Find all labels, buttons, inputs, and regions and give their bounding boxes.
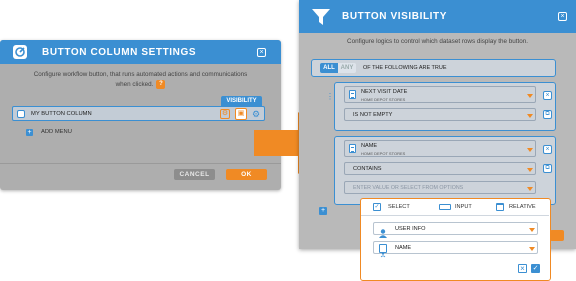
condition-1-field-name: NEXT VISIT DATE — [361, 89, 408, 95]
following-text: OF THE FOLLOWING ARE TRUE — [363, 65, 447, 71]
condition-1-operator-select[interactable]: IS NOT EMPTY — [344, 108, 536, 121]
condition-1-panel: NEXT VISIT DATE HOME DEPOT STORES × IS N… — [334, 82, 556, 131]
chevron-down-icon — [527, 187, 533, 191]
value-source-popup: ✓ SELECT INPUT RELATIVE USER INFO NAME ×… — [360, 198, 551, 281]
add-condition-button[interactable]: + — [319, 207, 327, 215]
button-column-row[interactable]: MY BUTTON COLUMN ⚙ ▣ ⚙ — [12, 106, 265, 121]
cancel-icon[interactable]: × — [518, 264, 527, 273]
chevron-down-icon — [527, 148, 533, 152]
link-icon[interactable]: ⧉ — [543, 110, 552, 119]
dialog-header: BUTTON VISIBILITY × — [299, 0, 576, 33]
condition-2-value-placeholder: ENTER VALUE OR SELECT FROM OPTIONS — [353, 185, 464, 191]
chevron-down-icon — [529, 247, 535, 251]
condition-2-operator-select[interactable]: CONTAINS — [344, 162, 536, 175]
ok-button-partial[interactable] — [550, 230, 564, 241]
condition-1-operator: IS NOT EMPTY — [353, 112, 393, 118]
chevron-down-icon — [529, 228, 535, 232]
drag-handle-icon[interactable]: ⋮⋮ — [326, 92, 342, 102]
remove-condition-icon[interactable]: × — [543, 145, 552, 154]
chevron-down-icon — [527, 168, 533, 172]
user-info-select[interactable]: USER INFO — [373, 222, 538, 238]
input-box-icon — [439, 204, 451, 210]
condition-2-field-select[interactable]: NAME HOME DEPOT STORES — [344, 140, 536, 157]
chevron-down-icon — [527, 94, 533, 98]
button-column-settings-dialog: BUTTON COLUMN SETTINGS × Configure workf… — [0, 40, 281, 190]
field-icon — [349, 144, 356, 153]
visibility-tag: VISIBILITY — [221, 96, 262, 106]
app-logo-icon — [13, 45, 27, 59]
condition-1-field-select[interactable]: NEXT VISIT DATE HOME DEPOT STORES — [344, 86, 536, 103]
condition-1-field-source: HOME DEPOT STORES — [361, 97, 406, 102]
id-badge-icon — [379, 244, 387, 258]
plus-icon: + — [26, 129, 33, 136]
condition-2-field-source: HOME DEPOT STORES — [361, 151, 406, 156]
link-icon[interactable]: ⧉ — [543, 164, 552, 173]
filter-icon — [311, 7, 331, 27]
dialog-description: Configure logics to control which datase… — [347, 38, 528, 45]
any-toggle[interactable]: ANY — [338, 63, 356, 73]
dialog-title: BUTTON COLUMN SETTINGS — [42, 47, 197, 58]
user-info-label: USER INFO — [395, 226, 426, 232]
help-icon[interactable]: ? — [156, 79, 166, 89]
field-icon — [349, 90, 356, 99]
tab-divider — [361, 215, 549, 216]
button-icon — [17, 110, 25, 118]
tab-input-label: INPUT — [455, 204, 472, 210]
dialog-header: BUTTON COLUMN SETTINGS × — [0, 40, 281, 64]
settings-orange-icon[interactable]: ⚙ — [220, 109, 230, 119]
user-icon — [379, 225, 387, 238]
confirm-icon[interactable]: ✓ — [531, 264, 540, 273]
checkbox-checked-icon: ✓ — [373, 203, 381, 211]
dialog-description: Configure workflow button, that runs aut… — [33, 71, 248, 89]
tab-select-label: SELECT — [388, 204, 410, 210]
calendar-icon — [496, 203, 504, 211]
footer-divider — [0, 163, 281, 164]
chevron-down-icon — [527, 114, 533, 118]
condition-2-value-input[interactable]: ENTER VALUE OR SELECT FROM OPTIONS — [344, 181, 536, 194]
cancel-button[interactable]: CANCEL — [174, 169, 215, 180]
remove-condition-icon[interactable]: × — [543, 91, 552, 100]
name-label: NAME — [395, 245, 412, 251]
add-menu-label: ADD MENU — [41, 129, 72, 135]
close-icon[interactable]: × — [257, 48, 266, 57]
all-toggle[interactable]: ALL — [320, 63, 338, 73]
condition-2-panel: NAME HOME DEPOT STORES × CONTAINS ⧉ ENTE… — [334, 136, 556, 205]
close-icon[interactable]: × — [558, 12, 567, 21]
row-label: MY BUTTON COLUMN — [31, 111, 92, 117]
dialog-title: BUTTON VISIBILITY — [342, 11, 448, 22]
condition-2-operator: CONTAINS — [353, 166, 382, 172]
name-select[interactable]: NAME — [373, 241, 538, 258]
condition-2-field-name: NAME — [361, 143, 378, 149]
match-mode-panel: ALL ANY OF THE FOLLOWING ARE TRUE — [311, 59, 556, 77]
visibility-icon[interactable]: ▣ — [235, 108, 247, 120]
tab-relative-label: RELATIVE — [509, 204, 536, 210]
